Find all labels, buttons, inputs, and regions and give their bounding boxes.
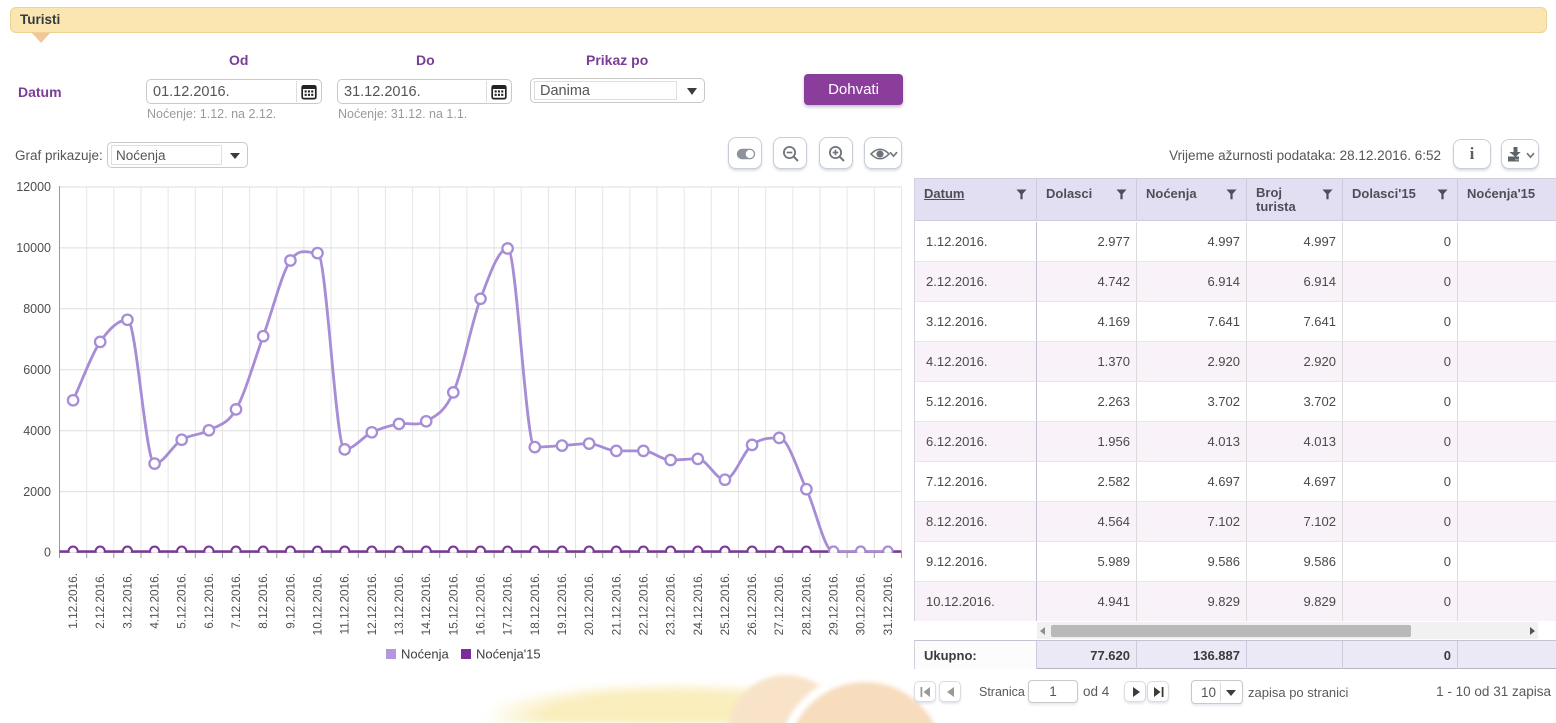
svg-text:19.12.2016.: 19.12.2016. bbox=[555, 573, 569, 635]
svg-text:31.12.2016.: 31.12.2016. bbox=[881, 573, 895, 635]
svg-text:7.12.2016.: 7.12.2016. bbox=[229, 573, 243, 629]
svg-text:24.12.2016.: 24.12.2016. bbox=[691, 573, 705, 635]
svg-text:17.12.2016.: 17.12.2016. bbox=[501, 573, 515, 635]
svg-text:28.12.2016.: 28.12.2016. bbox=[799, 573, 813, 635]
svg-text:27.12.2016.: 27.12.2016. bbox=[772, 573, 786, 635]
svg-text:Noćenja: Noćenja bbox=[401, 647, 449, 662]
svg-text:10.12.2016.: 10.12.2016. bbox=[311, 573, 325, 635]
svg-text:12000: 12000 bbox=[16, 180, 51, 194]
svg-text:5.12.2016.: 5.12.2016. bbox=[175, 573, 189, 629]
svg-text:Noćenja'15: Noćenja'15 bbox=[476, 647, 541, 662]
svg-text:16.12.2016.: 16.12.2016. bbox=[474, 573, 488, 635]
svg-text:18.12.2016.: 18.12.2016. bbox=[528, 573, 542, 635]
svg-text:29.12.2016.: 29.12.2016. bbox=[827, 573, 841, 635]
svg-text:25.12.2016.: 25.12.2016. bbox=[718, 573, 732, 635]
svg-text:26.12.2016.: 26.12.2016. bbox=[745, 573, 759, 635]
svg-text:15.12.2016.: 15.12.2016. bbox=[446, 573, 460, 635]
svg-text:2000: 2000 bbox=[23, 485, 51, 499]
svg-text:20.12.2016.: 20.12.2016. bbox=[582, 573, 596, 635]
svg-text:1.12.2016.: 1.12.2016. bbox=[66, 573, 80, 629]
svg-text:3.12.2016.: 3.12.2016. bbox=[120, 573, 134, 629]
svg-text:23.12.2016.: 23.12.2016. bbox=[664, 573, 678, 635]
svg-text:14.12.2016.: 14.12.2016. bbox=[419, 573, 433, 635]
svg-text:4.12.2016.: 4.12.2016. bbox=[148, 573, 162, 629]
svg-text:8.12.2016.: 8.12.2016. bbox=[256, 573, 270, 629]
svg-text:21.12.2016.: 21.12.2016. bbox=[609, 573, 623, 635]
svg-text:10000: 10000 bbox=[16, 241, 51, 255]
svg-text:30.12.2016.: 30.12.2016. bbox=[854, 573, 868, 635]
svg-text:9.12.2016.: 9.12.2016. bbox=[283, 573, 297, 629]
svg-text:0: 0 bbox=[44, 546, 51, 560]
svg-text:13.12.2016.: 13.12.2016. bbox=[392, 573, 406, 635]
svg-text:4000: 4000 bbox=[23, 424, 51, 438]
svg-text:2.12.2016.: 2.12.2016. bbox=[93, 573, 107, 629]
svg-text:22.12.2016.: 22.12.2016. bbox=[636, 573, 650, 635]
svg-text:8000: 8000 bbox=[23, 302, 51, 316]
svg-text:11.12.2016.: 11.12.2016. bbox=[338, 573, 352, 634]
svg-text:12.12.2016.: 12.12.2016. bbox=[365, 573, 379, 635]
svg-text:6000: 6000 bbox=[23, 363, 51, 377]
svg-text:6.12.2016.: 6.12.2016. bbox=[202, 573, 216, 629]
